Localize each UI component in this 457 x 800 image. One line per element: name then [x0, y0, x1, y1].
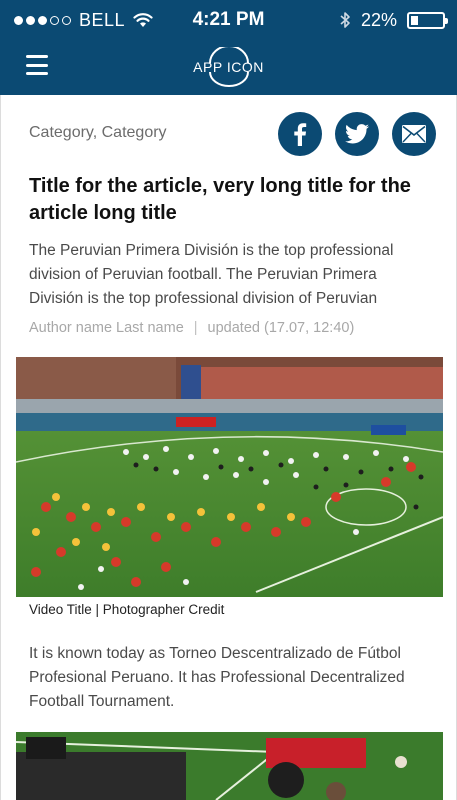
status-time: 4:21 PM	[192, 9, 265, 30]
app-logo[interactable]: APP ICON	[184, 47, 274, 87]
article-view: Category, Category Title for the article…	[0, 95, 457, 800]
twitter-icon	[345, 124, 369, 144]
battery-percentage: 22%	[360, 9, 397, 30]
app-header: BELL 4:21 PM 22% APP ICON	[0, 0, 457, 95]
article-categories[interactable]: Category, Category	[29, 124, 167, 142]
facebook-share-button[interactable]	[278, 112, 322, 156]
image-caption: Video Title | Photographer Credit	[29, 602, 225, 617]
signal-strength-icon	[14, 15, 71, 25]
battery-icon	[407, 11, 448, 29]
status-left: BELL	[14, 10, 153, 31]
wifi-icon	[133, 13, 153, 27]
bluetooth-icon	[340, 12, 350, 28]
article-meta: Author name Last name | updated (17.07, 12…	[29, 320, 354, 336]
twitter-share-button[interactable]	[335, 112, 379, 156]
battery-level	[411, 15, 418, 25]
article-body: It is known today as Torneo Descentraliz…	[29, 645, 405, 710]
status-right: 22%	[339, 9, 448, 31]
article-summary: The Peruvian Primera División is the top…	[29, 242, 394, 307]
menu-icon[interactable]	[26, 55, 48, 75]
status-bar: BELL 4:21 PM 22%	[0, 0, 457, 40]
carrier-name: BELL	[79, 9, 126, 30]
article-image-secondary[interactable]	[16, 732, 443, 800]
phone-screen: BELL 4:21 PM 22% APP ICON Category, Cate…	[0, 0, 457, 800]
stadium-photo-secondary	[16, 732, 443, 800]
mail-share-button[interactable]	[392, 112, 436, 156]
nav-bar: APP ICON	[0, 40, 457, 95]
updated-timestamp: updated (17.07, 12:40)	[207, 320, 355, 336]
article-image[interactable]	[16, 357, 443, 597]
author-name[interactable]: Author name Last name	[29, 320, 184, 336]
meta-separator: |	[193, 320, 198, 336]
mail-icon	[402, 125, 426, 143]
article-title: Title for the article, very long title f…	[29, 175, 411, 224]
app-icon-label: APP ICON	[193, 59, 264, 75]
stadium-photo	[16, 357, 443, 597]
facebook-icon	[294, 123, 307, 146]
